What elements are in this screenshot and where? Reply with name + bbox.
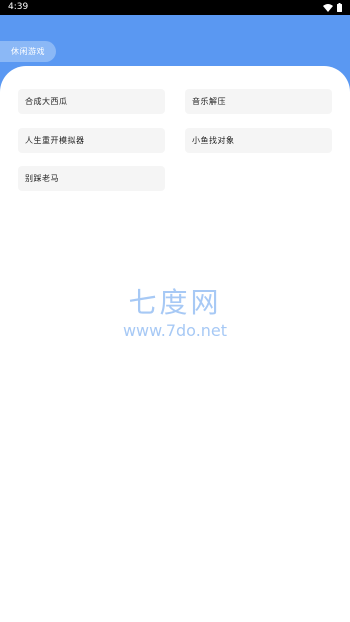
category-tab[interactable]: 休闲游戏 bbox=[0, 41, 56, 62]
game-list-panel: 合成大西瓜 音乐解压 人生重开模拟器 小鱼找对象 别踩老马 bbox=[0, 66, 350, 622]
game-item-watermelon[interactable]: 合成大西瓜 bbox=[18, 89, 165, 114]
status-bar: 4:39 bbox=[0, 0, 350, 15]
battery-icon bbox=[337, 3, 342, 12]
game-item-dont-step-horse[interactable]: 别踩老马 bbox=[18, 166, 165, 191]
game-item-fish-date[interactable]: 小鱼找对象 bbox=[185, 128, 332, 153]
game-item-music-relax[interactable]: 音乐解压 bbox=[185, 89, 332, 114]
watermark-url: www.7do.net bbox=[122, 321, 228, 340]
watermark-title: 七度网 bbox=[128, 286, 222, 319]
status-icons bbox=[323, 0, 342, 15]
watermark: 七度网 www.7do.net bbox=[0, 287, 350, 341]
game-item-life-restart[interactable]: 人生重开模拟器 bbox=[18, 128, 165, 153]
status-time: 4:39 bbox=[8, 2, 29, 12]
wifi-icon bbox=[323, 3, 333, 12]
